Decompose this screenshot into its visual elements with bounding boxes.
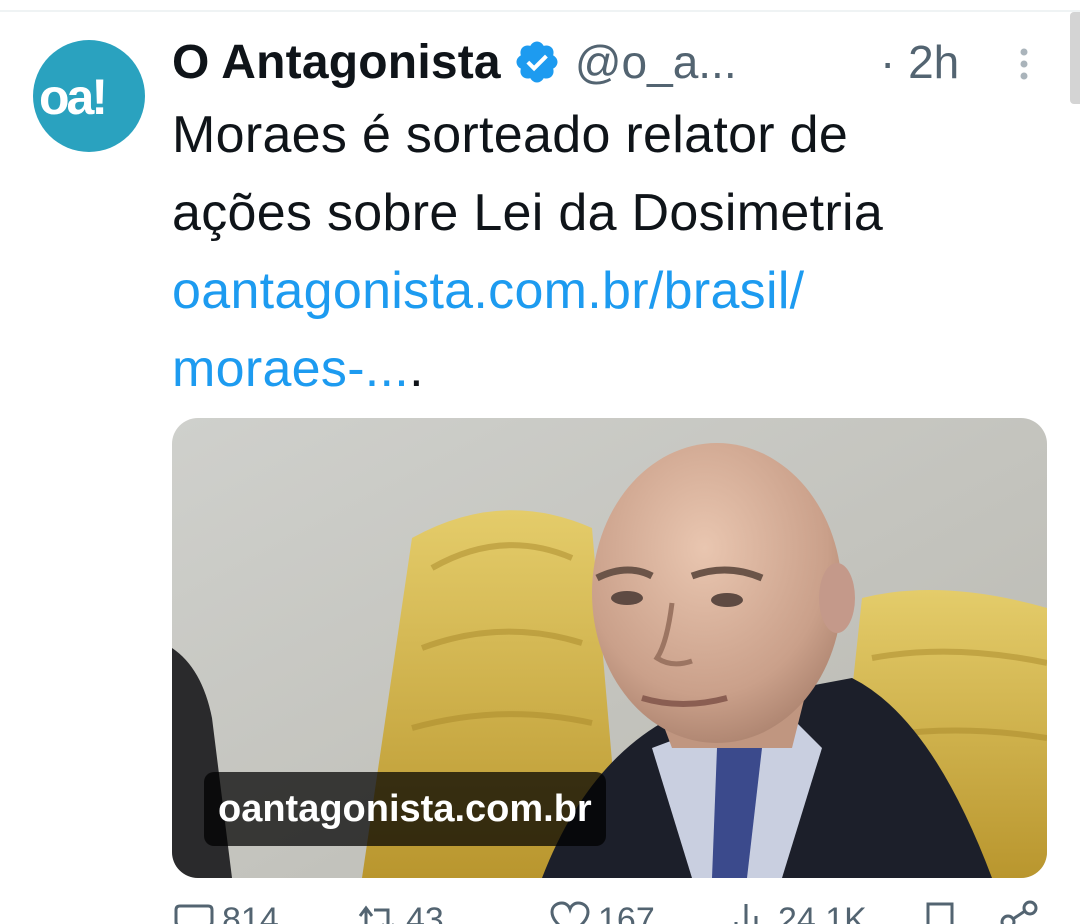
tweet-screen: oa! O Antagonista @o_a... · 2h Moraes é … — [0, 0, 1080, 924]
retweet-button[interactable]: 43 — [356, 900, 444, 924]
tweet-text: Moraes é sorteado relator de ações sobre… — [172, 96, 1052, 408]
timestamp[interactable]: · 2h — [880, 30, 959, 94]
like-count: 167 — [598, 901, 655, 924]
share-button[interactable] — [998, 900, 1042, 924]
tweet-link[interactable]: oantagonista.com.br/brasil/ — [172, 262, 804, 320]
retweet-count: 43 — [406, 901, 444, 924]
top-divider — [0, 10, 1080, 12]
share-icon — [998, 900, 1042, 924]
user-handle[interactable]: @o_a... — [575, 35, 737, 89]
display-name[interactable]: O Antagonista — [172, 35, 501, 90]
avatar-logo-text: oa! — [39, 69, 105, 125]
heart-icon — [548, 900, 592, 924]
tweet-link-continued[interactable]: moraes-... — [172, 340, 409, 398]
retweet-icon — [356, 900, 400, 924]
reply-count: 814 — [222, 901, 279, 924]
tweet-link-line: oantagonista.com.br/brasil/ — [172, 252, 1052, 330]
tweet-actions: 814 43 167 24,1K — [172, 900, 1047, 924]
avatar[interactable]: oa! — [33, 40, 145, 152]
link-trailing-dot: . — [409, 340, 424, 398]
tweet-text-line: Moraes é sorteado relator de — [172, 106, 849, 164]
reply-icon — [172, 900, 216, 924]
verified-badge-icon — [513, 38, 561, 86]
views-count: 24,1K — [778, 901, 867, 924]
bookmark-button[interactable] — [918, 900, 962, 924]
tweet-text-line: ações sobre Lei da Dosimetria — [172, 184, 884, 242]
views-button[interactable]: 24,1K — [728, 900, 867, 924]
like-button[interactable]: 167 — [548, 900, 655, 924]
bookmark-icon — [918, 900, 962, 924]
scrollbar[interactable] — [1070, 12, 1080, 104]
reply-button[interactable]: 814 — [172, 900, 279, 924]
avatar-logo: oa! — [39, 69, 108, 125]
views-icon — [728, 900, 772, 924]
tweet-link-line: moraes-.... — [172, 330, 1052, 408]
more-vertical-icon[interactable] — [1010, 44, 1038, 84]
tweet-header: O Antagonista @o_a... — [172, 30, 737, 94]
card-domain-label: oantagonista.com.br — [204, 772, 606, 846]
link-preview-card[interactable]: oantagonista.com.br — [172, 418, 1047, 878]
